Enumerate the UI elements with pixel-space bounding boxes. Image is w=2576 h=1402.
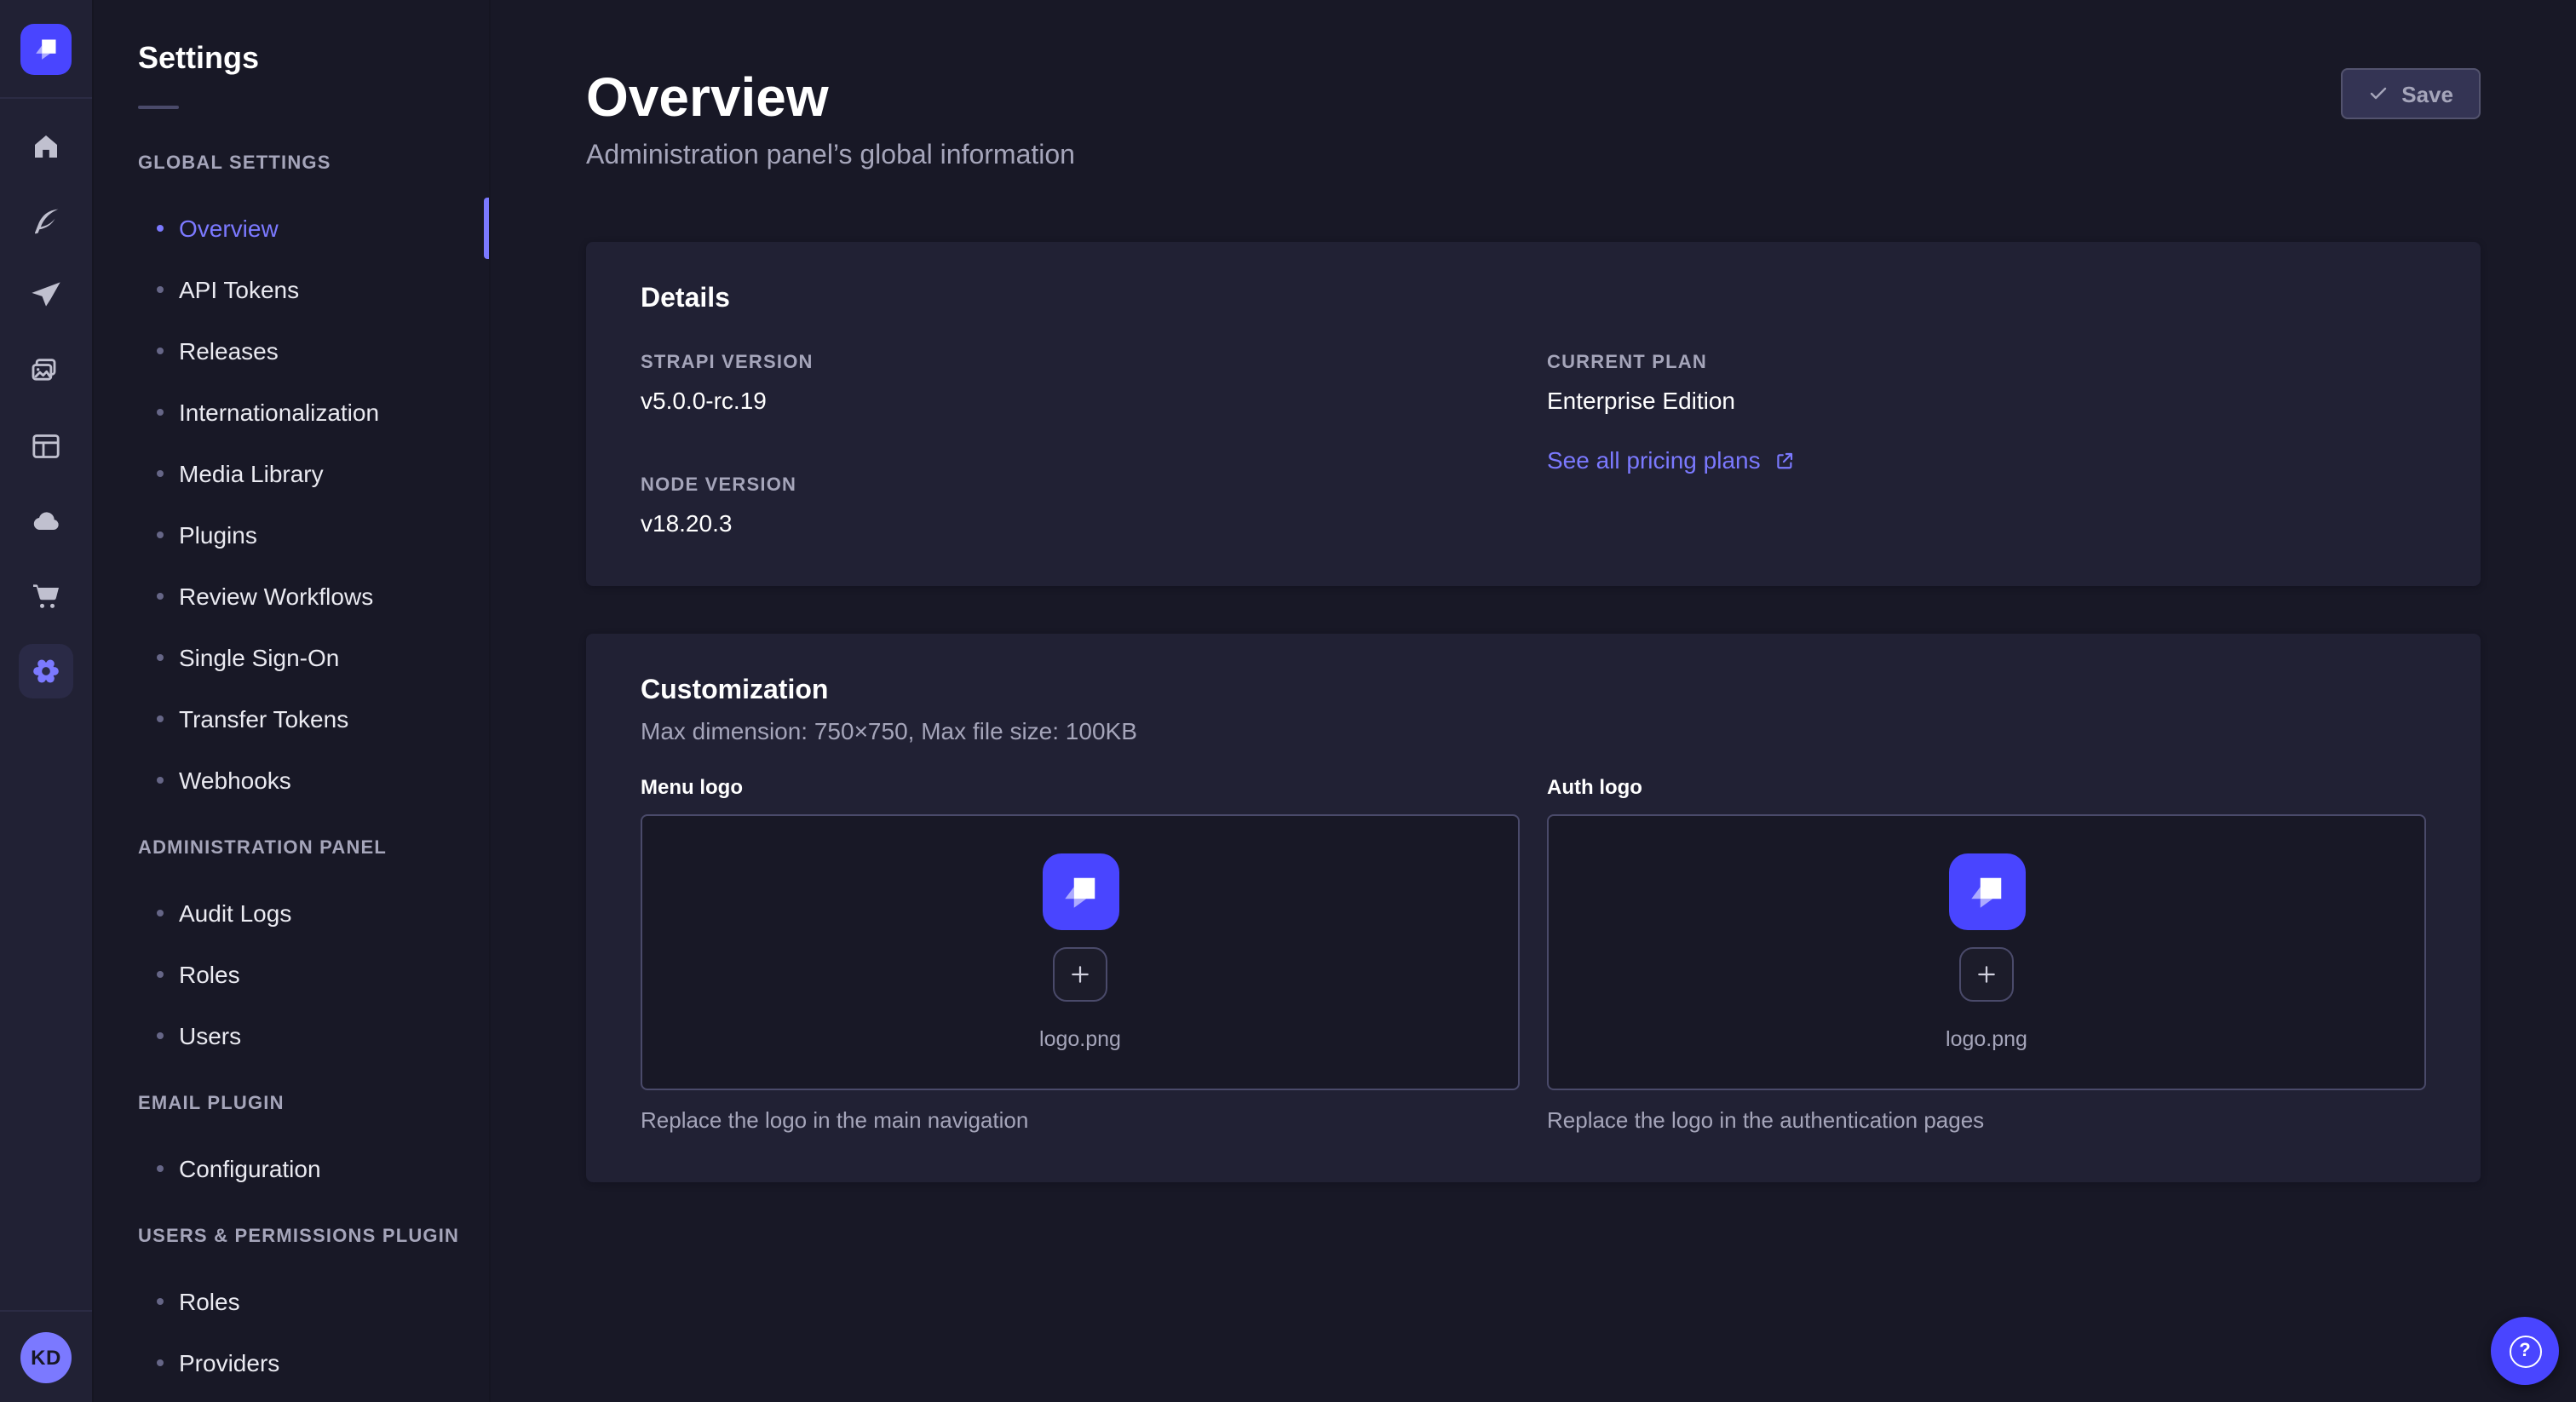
bullet-icon: [157, 910, 164, 916]
bullet-icon: [157, 531, 164, 538]
node-version-field: NODE VERSION v18.20.3: [641, 474, 1520, 538]
main-content: Overview Administration panel’s global i…: [491, 0, 2576, 1402]
paper-plane-icon[interactable]: [19, 269, 73, 324]
avatar[interactable]: KD: [20, 1331, 72, 1382]
menu-logo-field: Menu logo logo.png Replace the logo in t…: [641, 773, 1520, 1135]
subnav-item-review-workflows[interactable]: Review Workflows: [94, 566, 489, 627]
section-administration-panel: ADMINISTRATION PANEL Audit Logs Roles Us…: [94, 835, 489, 1066]
bullet-icon: [157, 593, 164, 600]
home-icon[interactable]: [19, 119, 73, 174]
details-left-column: STRAPI VERSION v5.0.0-rc.19 NODE VERSION…: [641, 351, 1520, 538]
gear-icon[interactable]: [19, 644, 73, 698]
layout-icon[interactable]: [19, 419, 73, 474]
details-card: Details STRAPI VERSION v5.0.0-rc.19 NODE…: [586, 242, 2481, 586]
page-header: Overview Administration panel’s global i…: [586, 0, 2481, 174]
bullet-icon: [157, 348, 164, 354]
customization-subtitle: Max dimension: 750×750, Max file size: 1…: [641, 715, 2426, 746]
external-link-icon: [1774, 449, 1797, 471]
bullet-icon: [157, 971, 164, 978]
question-mark-icon: ?: [2509, 1335, 2541, 1367]
feather-icon[interactable]: [19, 194, 73, 249]
plus-icon: [1067, 961, 1094, 988]
section-global-settings: GLOBAL SETTINGS Overview API Tokens Rele…: [94, 150, 489, 811]
details-title: Details: [641, 283, 2426, 317]
bullet-icon: [157, 1359, 164, 1366]
customization-title: Customization: [641, 675, 2426, 709]
subnav-divider: [138, 106, 179, 109]
subnav-item-up-roles[interactable]: Roles: [94, 1271, 489, 1332]
help-button[interactable]: ?: [2491, 1317, 2559, 1385]
subnav-item-media-library[interactable]: Media Library: [94, 443, 489, 504]
plus-icon: [1973, 961, 2000, 988]
subnav-item-api-tokens[interactable]: API Tokens: [94, 259, 489, 320]
bullet-icon: [157, 286, 164, 293]
menu-logo-hint: Replace the logo in the main navigation: [641, 1107, 1520, 1135]
strapi-version-field: STRAPI VERSION v5.0.0-rc.19: [641, 351, 1520, 416]
bullet-icon: [157, 1032, 164, 1039]
pricing-plans-link[interactable]: See all pricing plans: [1547, 446, 1797, 474]
section-users-permissions-plugin: USERS & PERMISSIONS PLUGIN Roles Provide…: [94, 1223, 489, 1393]
subnav-item-releases[interactable]: Releases: [94, 320, 489, 382]
page-title: Overview: [586, 65, 1075, 129]
cart-icon[interactable]: [19, 569, 73, 623]
images-icon[interactable]: [19, 344, 73, 399]
subnav-item-single-sign-on[interactable]: Single Sign-On: [94, 627, 489, 688]
bullet-icon: [157, 715, 164, 722]
rail-user-section: KD: [0, 1310, 92, 1402]
cloud-icon[interactable]: [19, 494, 73, 549]
section-label: GLOBAL SETTINGS: [94, 150, 489, 177]
auth-logo-field: Auth logo logo.png Replace the logo in t…: [1547, 773, 2426, 1135]
section-label: USERS & PERMISSIONS PLUGIN: [94, 1223, 489, 1250]
bullet-icon: [157, 777, 164, 784]
bullet-icon: [157, 654, 164, 661]
menu-logo-preview: [1042, 853, 1118, 930]
settings-subnav: Settings GLOBAL SETTINGS Overview API To…: [94, 0, 491, 1402]
main-nav-rail: KD: [0, 0, 94, 1402]
bullet-icon: [157, 225, 164, 232]
add-menu-logo-button[interactable]: [1053, 947, 1107, 1002]
menu-logo-filename: logo.png: [1039, 1027, 1121, 1051]
menu-logo-upload-box[interactable]: logo.png: [641, 814, 1520, 1090]
bullet-icon: [157, 409, 164, 416]
subnav-item-transfer-tokens[interactable]: Transfer Tokens: [94, 688, 489, 750]
section-label: ADMINISTRATION PANEL: [94, 835, 489, 862]
subnav-item-internationalization[interactable]: Internationalization: [94, 382, 489, 443]
details-right-column: CURRENT PLAN Enterprise Edition See all …: [1547, 351, 2426, 538]
workspace-logo-section: [0, 0, 92, 99]
page-subtitle: Administration panel’s global informatio…: [586, 140, 1075, 174]
subnav-item-admin-roles[interactable]: Roles: [94, 944, 489, 1005]
subnav-title: Settings: [94, 0, 489, 78]
subnav-item-email-configuration[interactable]: Configuration: [94, 1138, 489, 1199]
subnav-item-up-providers[interactable]: Providers: [94, 1332, 489, 1393]
app-root: KD Settings GLOBAL SETTINGS Overview API…: [0, 0, 2576, 1402]
subnav-item-overview[interactable]: Overview: [94, 198, 489, 259]
subnav-item-webhooks[interactable]: Webhooks: [94, 750, 489, 811]
active-item-indicator: [484, 198, 489, 259]
subnav-item-admin-users[interactable]: Users: [94, 1005, 489, 1066]
bullet-icon: [157, 1298, 164, 1305]
section-label: EMAIL PLUGIN: [94, 1090, 489, 1118]
rail-nav: [19, 119, 73, 698]
current-plan-field: CURRENT PLAN Enterprise Edition: [1547, 351, 2426, 416]
save-button[interactable]: Save: [2340, 68, 2481, 119]
subnav-item-audit-logs[interactable]: Audit Logs: [94, 882, 489, 944]
strapi-logo-icon[interactable]: [20, 23, 72, 74]
auth-logo-filename: logo.png: [1946, 1027, 2027, 1051]
auth-logo-preview: [1948, 853, 2025, 930]
bullet-icon: [157, 1165, 164, 1172]
bullet-icon: [157, 470, 164, 477]
section-email-plugin: EMAIL PLUGIN Configuration: [94, 1090, 489, 1199]
customization-card: Customization Max dimension: 750×750, Ma…: [586, 634, 2481, 1182]
add-auth-logo-button[interactable]: [1959, 947, 2014, 1002]
auth-logo-hint: Replace the logo in the authentication p…: [1547, 1107, 2426, 1135]
auth-logo-upload-box[interactable]: logo.png: [1547, 814, 2426, 1090]
check-icon: [2367, 83, 2388, 104]
subnav-item-plugins[interactable]: Plugins: [94, 504, 489, 566]
